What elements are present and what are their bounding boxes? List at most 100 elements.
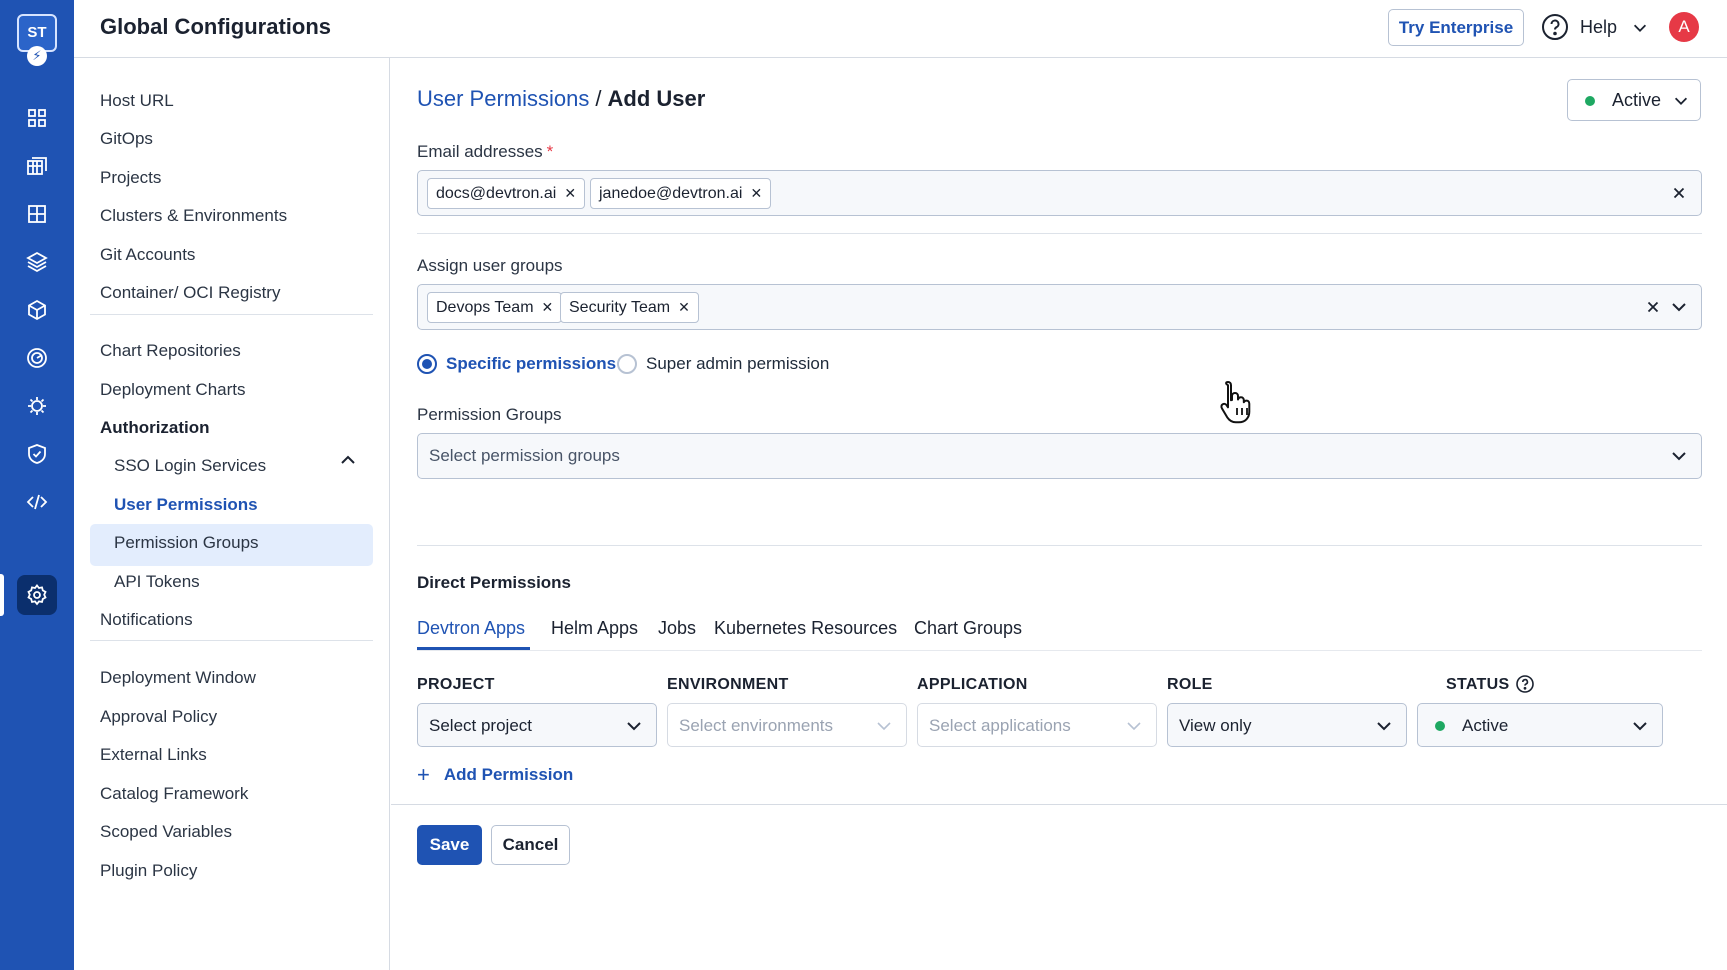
active-status-dot: [1585, 96, 1595, 106]
application-select[interactable]: Select applications: [917, 703, 1157, 747]
target-icon[interactable]: [17, 338, 57, 378]
logo-bolt-icon: ⚡: [27, 46, 47, 66]
help-label[interactable]: Help: [1580, 17, 1617, 38]
email-input[interactable]: docs@devtron.ai ✕ janedoe@devtron.ai ✕: [417, 170, 1702, 216]
project-select[interactable]: Select project: [417, 703, 657, 747]
sidebar-item-approval-policy[interactable]: Approval Policy: [100, 707, 217, 727]
tab-helm-apps[interactable]: Helm Apps: [551, 618, 638, 639]
sidebar-item-clusters[interactable]: Clusters & Environments: [100, 206, 287, 226]
column-header-environment: ENVIRONMENT: [667, 676, 789, 693]
sidebar-item-notifications[interactable]: Notifications: [100, 610, 193, 630]
shield-check-icon[interactable]: [17, 434, 57, 474]
direct-permissions-title: Direct Permissions: [417, 573, 572, 592]
radio-specific-permissions[interactable]: [417, 354, 437, 374]
resource-browser-icon[interactable]: [17, 194, 57, 234]
chevron-down-icon: [1127, 722, 1141, 731]
breadcrumb-parent-link[interactable]: User Permissions: [417, 86, 589, 111]
tab-devtron-apps[interactable]: Devtron Apps: [417, 618, 525, 639]
permission-groups-select[interactable]: Select permission groups: [417, 433, 1702, 479]
group-chip[interactable]: Security Team ✕: [560, 292, 699, 323]
sidebar-item-scoped-variables[interactable]: Scoped Variables: [100, 822, 232, 842]
application-select-placeholder: Select applications: [929, 716, 1071, 735]
devtron-logo[interactable]: ST ⚡: [17, 14, 57, 68]
sidebar-item-user-permissions[interactable]: User Permissions: [114, 495, 258, 515]
remove-chip-icon[interactable]: ✕: [750, 185, 762, 201]
stack-layers-icon[interactable]: [17, 242, 57, 282]
code-icon[interactable]: [17, 482, 57, 522]
sidebar-item-authorization[interactable]: Authorization: [100, 418, 210, 438]
rail-active-indicator: [0, 574, 4, 616]
sidebar-item-external-links[interactable]: External Links: [100, 745, 207, 765]
sidebar-item-deployment-window[interactable]: Deployment Window: [100, 668, 256, 688]
radio-super-admin-label[interactable]: Super admin permission: [646, 354, 829, 374]
help-question-icon[interactable]: [1515, 674, 1535, 694]
help-icon[interactable]: [1541, 13, 1569, 41]
sidebar-item-api-tokens[interactable]: API Tokens: [114, 572, 200, 592]
apps-grid-icon[interactable]: [17, 98, 57, 138]
user-groups-select[interactable]: Devops Team ✕ Security Team ✕: [417, 284, 1702, 330]
chevron-down-icon[interactable]: [1669, 297, 1689, 317]
column-header-application: APPLICATION: [917, 676, 1028, 693]
tab-chart-groups[interactable]: Chart Groups: [914, 618, 1022, 639]
user-status-dropdown[interactable]: Active: [1567, 79, 1701, 121]
hand-pointer-cursor-icon: [1220, 381, 1251, 424]
chevron-down-icon[interactable]: [1669, 446, 1689, 466]
group-chip[interactable]: Devops Team ✕: [427, 292, 563, 323]
section-divider: [417, 545, 1702, 546]
main-content: User Permissions / Add User Active Email a…: [391, 58, 1727, 970]
role-select[interactable]: View only: [1167, 703, 1407, 747]
remove-chip-icon[interactable]: ✕: [542, 299, 554, 315]
email-label: Email addresses *: [417, 142, 554, 161]
permission-groups-label: Permission Groups: [417, 405, 562, 424]
bug-icon[interactable]: [17, 386, 57, 426]
tab-kubernetes-resources[interactable]: Kubernetes Resources: [714, 618, 897, 639]
chevron-up-icon[interactable]: [338, 450, 358, 470]
chevron-down-icon: [877, 722, 891, 731]
tabs-divider: [417, 650, 1702, 651]
sidebar-item-plugin-policy[interactable]: Plugin Policy: [100, 861, 197, 881]
permission-status-select[interactable]: Active: [1417, 703, 1663, 747]
app-groups-icon[interactable]: [17, 146, 57, 186]
save-button[interactable]: Save: [417, 825, 482, 865]
chevron-down-icon: [1633, 722, 1647, 731]
sidebar-item-git-accounts[interactable]: Git Accounts: [100, 245, 195, 265]
sidebar-item-gitops[interactable]: GitOps: [100, 129, 153, 149]
sidebar-item-container-registry[interactable]: Container/ OCI Registry: [100, 283, 280, 303]
sidebar-item-projects[interactable]: Projects: [100, 168, 161, 188]
clear-icon[interactable]: [1670, 184, 1688, 202]
column-header-project: PROJECT: [417, 676, 495, 693]
active-tab-indicator: [417, 647, 530, 650]
try-enterprise-button[interactable]: Try Enterprise: [1388, 9, 1524, 46]
clear-icon[interactable]: [1644, 298, 1662, 316]
user-avatar[interactable]: A: [1669, 12, 1699, 42]
section-divider: [417, 233, 1702, 234]
add-permission-button[interactable]: + Add Permission: [417, 762, 573, 788]
tab-jobs[interactable]: Jobs: [658, 618, 696, 639]
sidebar-item-permission-groups[interactable]: Permission Groups: [114, 533, 259, 553]
breadcrumb-separator: /: [595, 86, 602, 111]
active-status-dot: [1435, 721, 1445, 731]
permission-type-radio-group: Specific permissions Super admin permiss…: [417, 354, 1017, 376]
radio-specific-permissions-label[interactable]: Specific permissions: [446, 354, 616, 374]
email-chip[interactable]: docs@devtron.ai ✕: [427, 178, 586, 209]
settings-gear-icon[interactable]: [17, 575, 57, 615]
sidebar-item-sso-login[interactable]: SSO Login Services: [114, 456, 266, 476]
remove-chip-icon[interactable]: ✕: [678, 299, 690, 315]
chevron-down-icon[interactable]: [1631, 19, 1649, 37]
remove-chip-icon[interactable]: ✕: [564, 185, 576, 201]
role-select-value: View only: [1179, 716, 1252, 735]
email-chip[interactable]: janedoe@devtron.ai ✕: [590, 178, 772, 209]
environment-select[interactable]: Select environments: [667, 703, 907, 747]
cube-icon[interactable]: [17, 290, 57, 330]
radio-super-admin[interactable]: [617, 354, 637, 374]
sidebar-item-chart-repositories[interactable]: Chart Repositories: [100, 341, 241, 361]
sidebar-item-host-url[interactable]: Host URL: [100, 91, 174, 111]
breadcrumb-current: Add User: [607, 86, 706, 111]
chevron-down-icon: [1674, 97, 1688, 105]
breadcrumb: User Permissions / Add User: [417, 86, 705, 112]
sidebar-item-deployment-charts[interactable]: Deployment Charts: [100, 380, 246, 400]
sidebar-divider: [90, 640, 373, 641]
permission-status-value: Active: [1462, 716, 1509, 735]
sidebar-item-catalog-framework[interactable]: Catalog Framework: [100, 784, 248, 804]
cancel-button[interactable]: Cancel: [491, 825, 570, 865]
